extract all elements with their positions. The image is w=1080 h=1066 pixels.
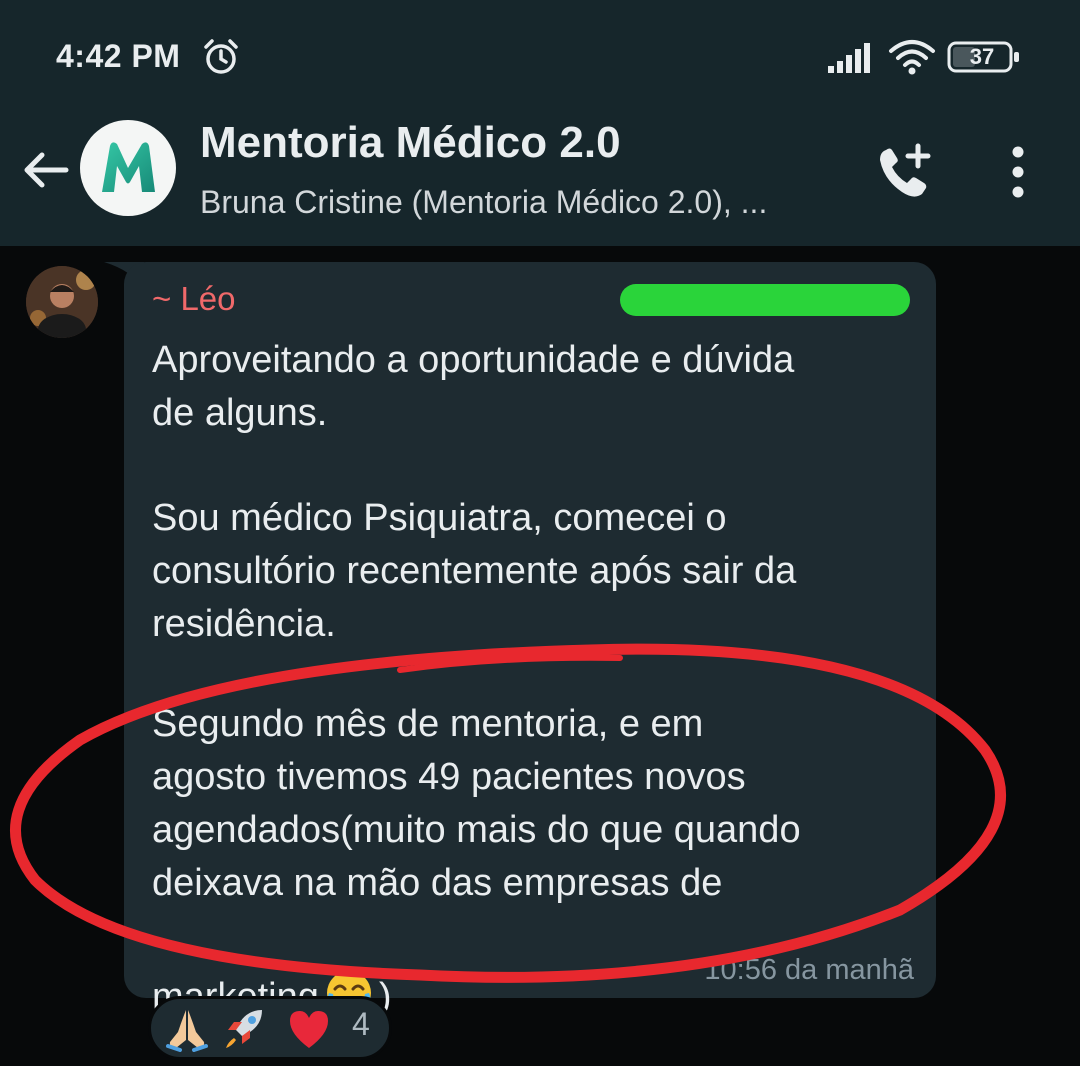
red-heart-icon [290, 1011, 328, 1048]
group-avatar[interactable] [80, 120, 176, 216]
signal-icon [828, 43, 870, 73]
folded-hands-icon [166, 1010, 208, 1052]
message-timestamp: 10:56 da manhã [704, 954, 914, 986]
message-paragraph: Sou médico Psiquiatra, comecei o consult… [152, 497, 797, 645]
message-paragraph: Aproveitando a oportunidade e dúvida de … [152, 339, 795, 434]
group-logo-icon [102, 142, 155, 192]
status-time: 4:42 PM [56, 38, 181, 74]
person-photo-icon [26, 266, 98, 338]
battery-level: 37 [969, 44, 995, 69]
rocket-icon [226, 1010, 262, 1048]
add-call-icon[interactable] [872, 140, 936, 204]
wifi-icon [889, 40, 935, 75]
more-vertical-icon[interactable] [996, 140, 1040, 204]
group-title[interactable]: Mentoria Médico 2.0 [200, 118, 621, 168]
group-participants[interactable]: Bruna Cristine (Mentoria Médico 2.0), ..… [200, 184, 767, 221]
back-arrow-icon[interactable] [18, 142, 74, 198]
sender-name[interactable]: ~ Léo [152, 280, 236, 318]
message-paragraph: Segundo mês de mentoria, e em agosto tiv… [152, 703, 801, 904]
sender-avatar[interactable] [26, 266, 98, 338]
alarm-icon [204, 39, 238, 74]
redacted-phone-number [620, 284, 910, 316]
reaction-count: 4 [352, 1006, 370, 1042]
